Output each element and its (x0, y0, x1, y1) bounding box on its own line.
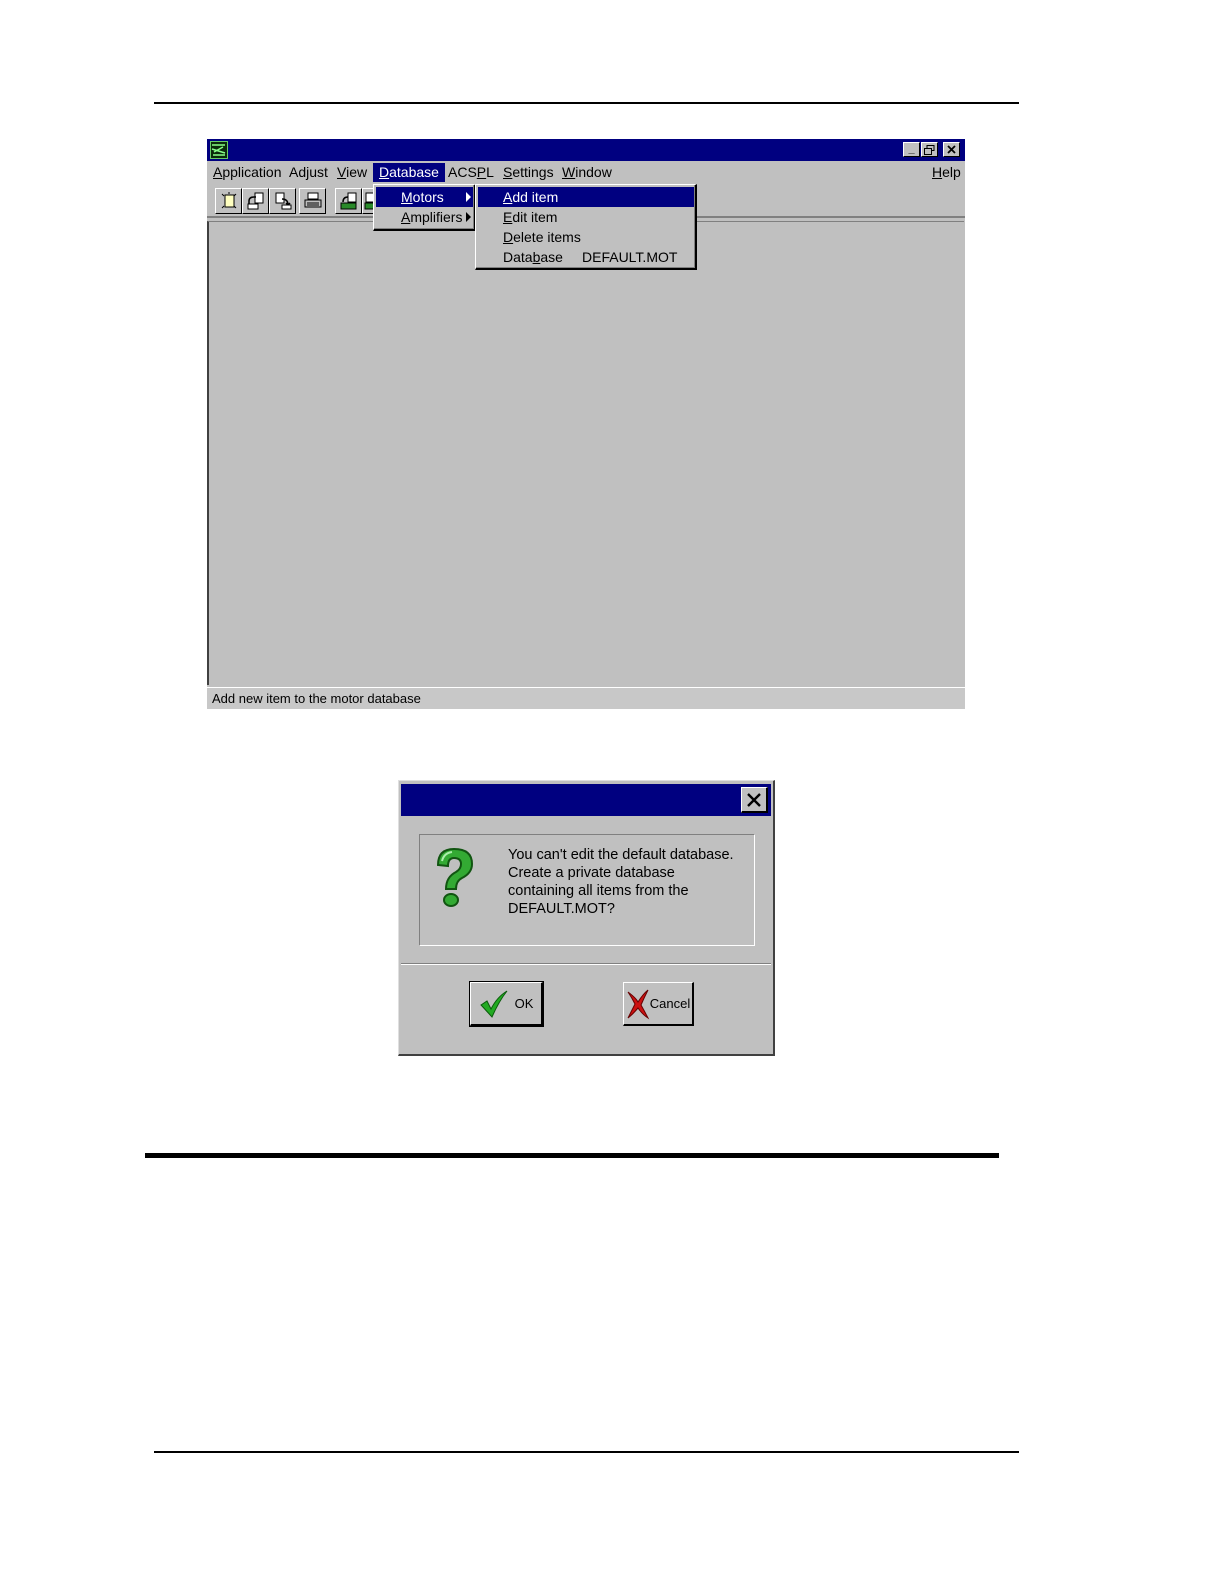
upload-icon (340, 192, 356, 210)
status-text: Add new item to the motor database (212, 691, 421, 706)
restore-button[interactable] (921, 142, 938, 157)
open-icon (247, 192, 263, 210)
new-document-icon (221, 192, 236, 209)
menu-view[interactable]: View (331, 163, 373, 182)
cancel-button[interactable]: Cancel (623, 982, 694, 1026)
menu-window[interactable]: Window (556, 163, 618, 182)
app-titlebar: _ (207, 139, 965, 161)
submenu-arrow-icon (466, 192, 471, 202)
menu-help[interactable]: Help (926, 163, 967, 182)
save-icon (275, 192, 291, 210)
confirm-dialog: You can't edit the default database. Cre… (398, 780, 775, 1056)
dialog-titlebar (401, 784, 771, 816)
top-rule (154, 102, 1019, 104)
status-bar: Add new item to the motor database (207, 687, 965, 709)
menu-item-edit-item[interactable]: Edit item (478, 207, 694, 227)
print-button[interactable] (299, 188, 326, 214)
menu-item-delete-items[interactable]: Delete items (478, 227, 694, 247)
message-panel: You can't edit the default database. Cre… (419, 834, 755, 946)
dialog-close-button[interactable] (741, 787, 768, 813)
new-button[interactable] (215, 188, 242, 214)
database-menu: Motors Amplifiers (373, 184, 476, 231)
submenu-arrow-icon (466, 212, 471, 222)
menu-settings[interactable]: Settings (497, 163, 560, 182)
close-button[interactable] (943, 142, 960, 157)
restore-icon (924, 145, 935, 155)
check-icon (479, 990, 507, 1018)
printer-icon (304, 192, 321, 208)
close-icon (747, 792, 761, 807)
bottom-rule (154, 1451, 1019, 1453)
menu-item-motors[interactable]: Motors (376, 187, 473, 207)
dialog-separator (401, 963, 771, 965)
dialog-message: You can't edit the default database. Cre… (508, 847, 734, 917)
question-mark-icon (436, 847, 474, 907)
menu-item-database[interactable]: Database DEFAULT.MOT (478, 247, 694, 267)
menu-item-amplifiers[interactable]: Amplifiers (376, 207, 473, 227)
motors-submenu: Add item Edit item Delete items Database… (475, 184, 697, 270)
open-button[interactable] (242, 188, 269, 214)
minimize-button[interactable]: _ (903, 142, 920, 157)
database-filename: DEFAULT.MOT (582, 249, 678, 265)
app-icon[interactable] (210, 141, 228, 159)
save-button[interactable] (269, 188, 296, 214)
menu-adjust[interactable]: Adjust (283, 163, 334, 182)
menu-acspl[interactable]: ACSPL (442, 163, 500, 182)
cancel-x-icon (627, 989, 650, 1019)
client-area (207, 221, 964, 685)
menu-application[interactable]: Application (207, 163, 288, 182)
ok-button[interactable]: OK (469, 981, 544, 1027)
close-icon (947, 145, 956, 154)
menu-item-add-item[interactable]: Add item (478, 187, 694, 207)
menu-database[interactable]: Database (373, 163, 445, 182)
menubar: Application Adjust View Database ACSPL S… (207, 161, 965, 183)
upload-button[interactable] (335, 188, 362, 214)
section-rule (145, 1153, 999, 1158)
minimize-icon: _ (908, 143, 915, 155)
